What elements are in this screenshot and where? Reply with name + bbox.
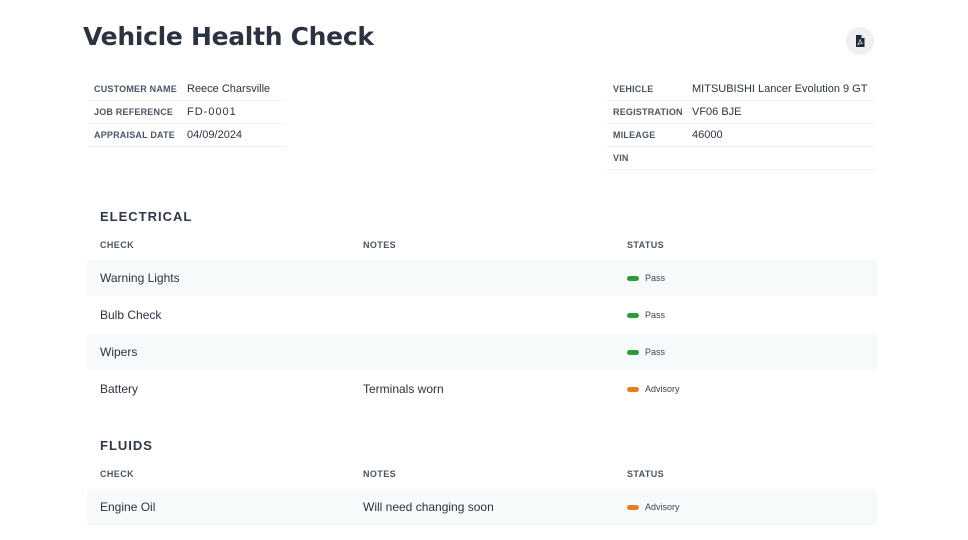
info-row-vin: VIN — [607, 147, 875, 170]
status-indicator — [627, 349, 639, 355]
info-label: VEHICLE — [613, 84, 654, 94]
vehicle-info-table: VEHICLE MITSUBISHI Lancer Evolution 9 GT… — [607, 78, 875, 170]
info-value: VF06 BJE — [692, 106, 742, 118]
status-indicator — [627, 275, 639, 281]
status-label: Advisory — [645, 502, 680, 512]
customer-info-table: CUSTOMER NAME Reece Charsville JOB REFER… — [88, 78, 286, 147]
info-value: Reece Charsville — [187, 83, 271, 95]
pdf-file-icon — [856, 35, 865, 47]
column-header-check: CHECK — [100, 240, 135, 250]
status-badge: Pass — [627, 310, 665, 320]
status-label: Pass — [645, 347, 666, 357]
check-name: Warning Lights — [100, 271, 180, 285]
column-header-status: STATUS — [627, 240, 665, 250]
info-value: 46000 — [692, 129, 723, 141]
info-label: MILEAGE — [613, 130, 656, 140]
section-title-electrical: ELECTRICAL — [100, 209, 193, 224]
status-indicator — [627, 312, 639, 318]
info-row-registration: REGISTRATION VF06 BJE — [607, 101, 875, 124]
info-row-vehicle: VEHICLE MITSUBISHI Lancer Evolution 9 GT — [607, 78, 875, 101]
check-name: Bulb Check — [100, 308, 162, 322]
info-value: FD-0001 — [187, 106, 237, 118]
export-pdf-button[interactable] — [846, 27, 874, 55]
status-badge: Pass — [627, 273, 665, 283]
column-header-notes: NOTES — [363, 240, 397, 250]
check-notes: Will need changing soon — [363, 500, 494, 514]
column-header-notes: NOTES — [363, 469, 397, 479]
info-label: CUSTOMER NAME — [94, 84, 177, 94]
status-badge: Advisory — [627, 502, 680, 512]
info-label: APPRAISAL DATE — [94, 130, 175, 140]
table-row: Bulb Check Pass — [87, 297, 877, 333]
check-name: Battery — [100, 382, 139, 396]
info-row-customer-name: CUSTOMER NAME Reece Charsville — [88, 78, 286, 101]
page-title: Vehicle Health Check — [83, 22, 374, 51]
status-indicator — [627, 504, 639, 510]
section-title-fluids: FLUIDS — [100, 438, 153, 453]
table-row: Warning Lights Pass — [87, 260, 877, 296]
status-indicator — [627, 386, 639, 392]
table-row: Wipers Pass — [87, 334, 877, 370]
info-value: MITSUBISHI Lancer Evolution 9 GT — [692, 83, 868, 95]
info-label: JOB REFERENCE — [94, 107, 174, 117]
table-row: Battery Terminals worn Advisory — [87, 371, 877, 407]
status-label: Pass — [645, 273, 666, 283]
info-row-job-reference: JOB REFERENCE FD-0001 — [88, 101, 286, 124]
status-label: Pass — [645, 310, 666, 320]
status-badge: Advisory — [627, 384, 680, 394]
column-header-check: CHECK — [100, 469, 135, 479]
info-value: 04/09/2024 — [187, 129, 243, 141]
status-label: Advisory — [645, 384, 680, 394]
info-label: REGISTRATION — [613, 107, 683, 117]
table-row: Engine Oil Will need changing soon Advis… — [87, 489, 877, 525]
check-name: Wipers — [100, 345, 138, 359]
info-row-appraisal-date: APPRAISAL DATE 04/09/2024 — [88, 124, 286, 147]
column-header-status: STATUS — [627, 469, 665, 479]
info-row-mileage: MILEAGE 46000 — [607, 124, 875, 147]
check-notes: Terminals worn — [363, 382, 444, 396]
status-badge: Pass — [627, 347, 665, 357]
check-name: Engine Oil — [100, 500, 156, 514]
info-label: VIN — [613, 153, 629, 163]
